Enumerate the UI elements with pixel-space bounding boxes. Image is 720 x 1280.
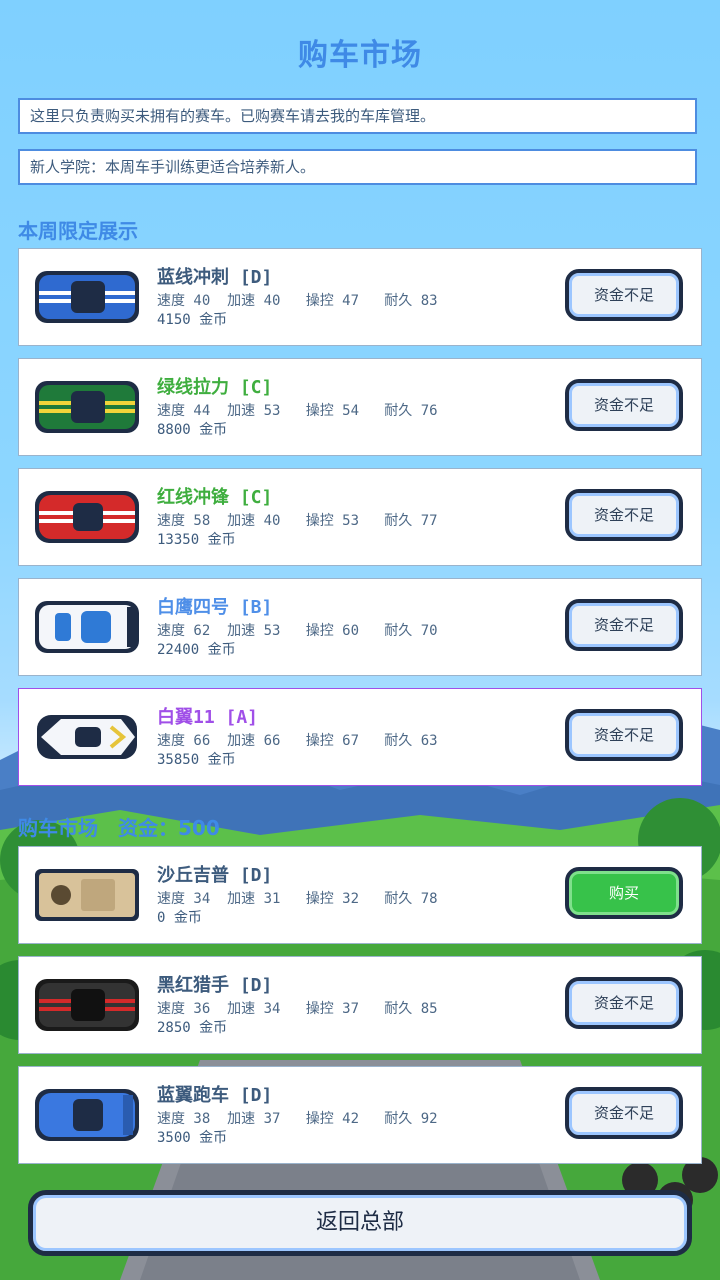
car-price: 35850 金币 [157,752,236,768]
car-stats: 速度 38 加速 37 操控 42 耐久 92 [157,1111,438,1127]
insufficient-funds-button[interactable]: 资金不足 [565,599,683,651]
car-stats: 速度 34 加速 31 操控 32 耐久 78 [157,891,438,907]
car-name: 蓝线冲刺 [D] [157,267,273,288]
car-stats: 速度 40 加速 40 操控 47 耐久 83 [157,293,438,309]
insufficient-funds-button[interactable]: 资金不足 [565,489,683,541]
car-card: 蓝翼跑车 [D] 速度 38 加速 37 操控 42 耐久 92 3500 金币… [18,1066,702,1164]
car-stats: 速度 62 加速 53 操控 60 耐久 70 [157,623,438,639]
insufficient-funds-button[interactable]: 资金不足 [565,1087,683,1139]
car-price: 22400 金币 [157,642,236,658]
page-title: 购车市场 [298,38,422,73]
car-price: 2850 金币 [157,1020,228,1036]
car-name: 黑红猎手 [D] [157,975,273,996]
car-card: 沙丘吉普 [D] 速度 34 加速 31 操控 32 耐久 78 0 金币 购买 [18,846,702,944]
car-price: 0 金币 [157,910,202,926]
insufficient-funds-button[interactable]: 资金不足 [565,269,683,321]
insufficient-funds-button[interactable]: 资金不足 [565,379,683,431]
car-name: 白鹰四号 [B] [157,597,273,618]
blue-stripe-car-icon [35,271,139,323]
car-stats: 速度 66 加速 66 操控 67 耐久 63 [157,733,438,749]
car-price: 3500 金币 [157,1130,228,1146]
car-name: 蓝翼跑车 [D] [157,1085,273,1106]
car-name: 红线冲锋 [C] [157,487,273,508]
black-red-car-icon [35,979,139,1031]
white-blue-car-icon [35,601,139,653]
red-stripe-car-icon [35,491,139,543]
car-price: 4150 金币 [157,312,228,328]
car-name: 白翼11 [A] [157,707,259,728]
notice-purchase-info: 这里只负责购买未拥有的赛车。已购赛车请去我的车库管理。 [18,98,697,134]
sand-jeep-icon [35,869,139,921]
notice-academy: 新人学院：本周车手训练更适合培养新人。 [18,149,697,185]
white-formula-car-icon [37,715,137,759]
section-title-market: 购车市场 资金：500 [18,816,220,840]
buy-button[interactable]: 购买 [565,867,683,919]
back-to-hq-button[interactable]: 返回总部 [28,1190,692,1256]
car-price: 8800 金币 [157,422,228,438]
green-stripe-car-icon [35,381,139,433]
car-card: 红线冲锋 [C] 速度 58 加速 40 操控 53 耐久 77 13350 金… [18,468,702,566]
insufficient-funds-button[interactable]: 资金不足 [565,977,683,1029]
section-title-featured: 本周限定展示 [18,219,138,243]
insufficient-funds-button[interactable]: 资金不足 [565,709,683,761]
car-card: 白翼11 [A] 速度 66 加速 66 操控 67 耐久 63 35850 金… [18,688,702,786]
car-card: 黑红猎手 [D] 速度 36 加速 34 操控 37 耐久 85 2850 金币… [18,956,702,1054]
car-stats: 速度 44 加速 53 操控 54 耐久 76 [157,403,438,419]
car-card: 白鹰四号 [B] 速度 62 加速 53 操控 60 耐久 70 22400 金… [18,578,702,676]
car-name: 绿线拉力 [C] [157,377,273,398]
car-card: 绿线拉力 [C] 速度 44 加速 53 操控 54 耐久 76 8800 金币… [18,358,702,456]
car-stats: 速度 58 加速 40 操控 53 耐久 77 [157,513,438,529]
car-name: 沙丘吉普 [D] [157,865,273,886]
car-card: 蓝线冲刺 [D] 速度 40 加速 40 操控 47 耐久 83 4150 金币… [18,248,702,346]
car-price: 13350 金币 [157,532,236,548]
blue-wing-car-icon [35,1089,139,1141]
car-stats: 速度 36 加速 34 操控 37 耐久 85 [157,1001,438,1017]
